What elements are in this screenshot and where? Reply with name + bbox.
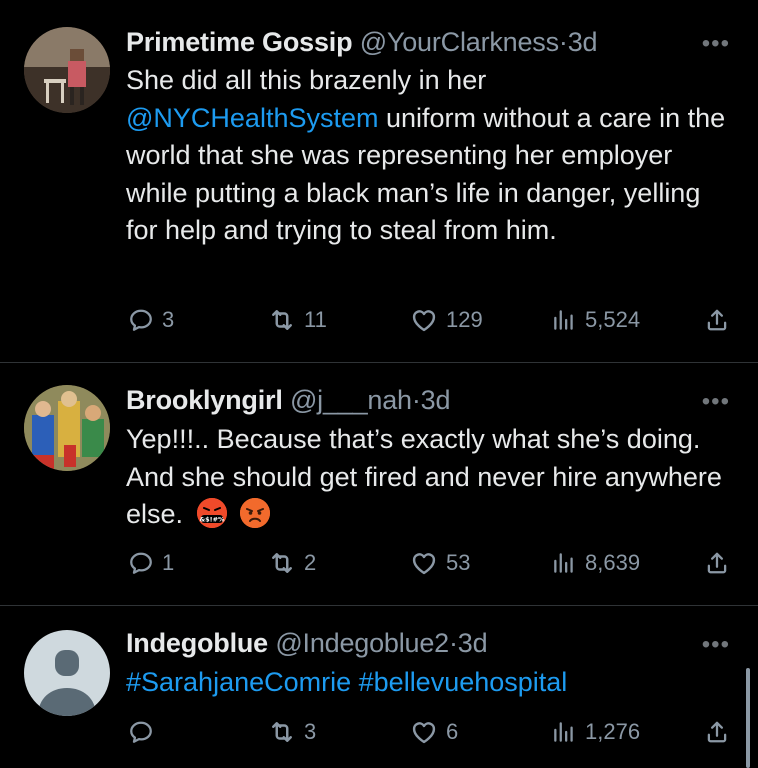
hashtag-link[interactable]: #bellevuehospital	[359, 667, 568, 697]
tweet-actions: 1 2 53 8,639	[0, 546, 758, 580]
reply-count: 3	[162, 307, 175, 332]
views-count: 5,524	[585, 307, 641, 332]
retweet-count: 3	[304, 719, 317, 744]
timestamp[interactable]: 3d	[421, 385, 451, 415]
share-icon	[704, 307, 730, 333]
more-icon[interactable]: •••	[702, 30, 730, 58]
reply-button[interactable]	[128, 715, 162, 749]
tweet-actions: 3 6 1,276	[0, 715, 758, 749]
share-button[interactable]	[704, 303, 730, 337]
views-button[interactable]: 8,639	[551, 546, 640, 580]
tweet-indegoblue[interactable]: Indegoblue @Indegoblue2·3d ••• #Sarahjan…	[0, 606, 758, 768]
cursing-face-emoji: &$!#%	[196, 497, 227, 528]
views-button[interactable]: 1,276	[551, 715, 640, 749]
tweet-actions: 3 11 129 5,524	[0, 303, 758, 337]
retweet-button[interactable]: 11	[268, 303, 327, 337]
mention-link[interactable]: @NYCHealthSystem	[126, 103, 378, 133]
views-icon	[551, 550, 577, 576]
separator-dot: ·	[411, 385, 421, 415]
reply-button[interactable]: 1	[128, 546, 174, 580]
user-handle[interactable]: @Indegoblue2	[275, 628, 449, 658]
tweet-text: Yep!!!.. Because that’s exactly what she…	[126, 421, 736, 534]
reply-icon	[128, 550, 154, 576]
tweet-text: #SarahjaneComrie #bellevuehospital	[126, 664, 736, 702]
tweet-header: Indegoblue @Indegoblue2·3d	[126, 628, 488, 659]
views-count: 1,276	[585, 719, 641, 744]
retweet-count: 2	[304, 550, 317, 575]
cursing-symbols: &$!#%	[199, 515, 225, 523]
timestamp[interactable]: 3d	[568, 27, 598, 57]
angry-face-emoji	[240, 497, 271, 528]
like-button[interactable]: 6	[410, 715, 458, 749]
retweet-icon	[268, 718, 296, 746]
tweet-header: Brooklyngirl @j___nah·3d	[126, 385, 450, 416]
views-button[interactable]: 5,524	[551, 303, 640, 337]
retweet-button[interactable]: 3	[268, 715, 316, 749]
retweet-icon	[268, 549, 296, 577]
share-button[interactable]	[704, 715, 730, 749]
like-count: 129	[446, 307, 483, 332]
hashtag-link[interactable]: #SarahjaneComrie	[126, 667, 351, 697]
share-icon	[704, 550, 730, 576]
display-name[interactable]: Primetime Gossip	[126, 27, 353, 57]
reply-count: 1	[162, 550, 175, 575]
retweet-icon	[268, 306, 296, 334]
reply-icon	[128, 719, 154, 745]
like-button[interactable]: 129	[410, 303, 483, 337]
more-icon[interactable]: •••	[702, 631, 730, 659]
tweet-text: She did all this brazenly in her @NYCHea…	[126, 62, 736, 250]
user-handle[interactable]: @YourClarkness	[360, 27, 559, 57]
avatar[interactable]	[24, 385, 110, 471]
user-handle[interactable]: @j___nah	[290, 385, 412, 415]
views-icon	[551, 719, 577, 745]
reply-icon	[128, 307, 154, 333]
timestamp[interactable]: 3d	[458, 628, 488, 658]
more-icon[interactable]: •••	[702, 388, 730, 416]
views-icon	[551, 307, 577, 333]
like-icon	[410, 549, 438, 577]
share-icon	[704, 719, 730, 745]
tweet-header: Primetime Gossip @YourClarkness·3d	[126, 27, 598, 58]
like-icon	[410, 306, 438, 334]
separator-dot: ·	[448, 628, 458, 658]
display-name[interactable]: Brooklyngirl	[126, 385, 283, 415]
like-count: 53	[446, 550, 471, 575]
avatar[interactable]	[24, 27, 110, 113]
tweet-primetime-gossip[interactable]: Primetime Gossip @YourClarkness·3d ••• S…	[0, 0, 758, 362]
like-button[interactable]: 53	[410, 546, 470, 580]
display-name[interactable]: Indegoblue	[126, 628, 268, 658]
tweet-text-part: She did all this brazenly in her	[126, 65, 487, 95]
reply-button[interactable]: 3	[128, 303, 174, 337]
like-icon	[410, 718, 438, 746]
views-count: 8,639	[585, 550, 641, 575]
share-button[interactable]	[704, 546, 730, 580]
tweet-brooklyngirl[interactable]: Brooklyngirl @j___nah·3d ••• Yep!!!.. Be…	[0, 363, 758, 605]
retweet-count: 11	[304, 307, 327, 332]
like-count: 6	[446, 719, 459, 744]
retweet-button[interactable]: 2	[268, 546, 316, 580]
scrollbar[interactable]	[746, 668, 750, 768]
avatar[interactable]	[24, 630, 110, 716]
separator-dot: ·	[558, 27, 568, 57]
